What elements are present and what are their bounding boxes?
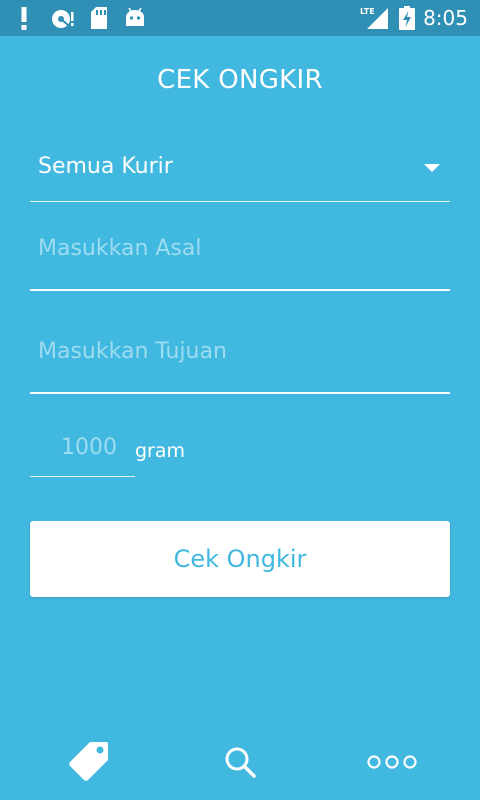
- courier-selected-value: Semua Kurir: [38, 154, 173, 179]
- nav-more-button[interactable]: [312, 724, 472, 800]
- nav-search-button[interactable]: [160, 724, 320, 800]
- weight-field: [30, 420, 135, 477]
- cek-ongkir-button[interactable]: Cek Ongkir: [30, 521, 450, 597]
- page-title: CEK ONGKIR: [157, 65, 323, 95]
- dropdown-arrow-icon: [424, 164, 440, 172]
- search-icon: [225, 747, 256, 778]
- destination-field: [30, 308, 450, 394]
- tag-icon: [69, 742, 108, 781]
- status-time: 8:05: [423, 6, 468, 30]
- weight-input[interactable]: [30, 420, 135, 475]
- sd-card-icon: [91, 7, 107, 29]
- weight-underline: [30, 476, 135, 477]
- destination-input[interactable]: [30, 308, 450, 394]
- lte-signal-icon: LTE: [360, 7, 388, 29]
- origin-underline: [30, 289, 450, 291]
- status-bar: LTE 8:05: [0, 0, 480, 36]
- android-icon: [126, 7, 144, 26]
- bottom-navigation: [0, 724, 480, 800]
- weight-unit-label: gram: [135, 440, 186, 462]
- origin-input[interactable]: [30, 205, 450, 291]
- battery-charging-icon: [399, 6, 415, 30]
- destination-underline: [30, 392, 450, 394]
- more-icon: [367, 755, 417, 769]
- app-screen: LTE 8:05 CEK ONGKIR Semua Kurir gram Cek…: [0, 0, 480, 800]
- courier-underline: [30, 201, 450, 202]
- nav-tag-button[interactable]: [8, 724, 168, 800]
- courier-dropdown[interactable]: Semua Kurir: [30, 140, 450, 202]
- alert-icon: [21, 7, 27, 30]
- origin-field: [30, 205, 450, 291]
- sync-icon: [52, 10, 74, 28]
- svg-text:LTE: LTE: [360, 7, 375, 16]
